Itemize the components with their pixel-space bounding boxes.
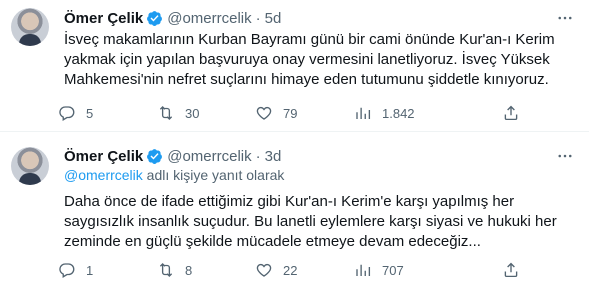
- author-name[interactable]: Ömer Çelik: [64, 148, 143, 165]
- tweet-text: Daha önce de ifade ettiğimiz gibi Kur'an…: [64, 193, 557, 250]
- author-handle[interactable]: @omerrcelik: [167, 10, 251, 27]
- replying-to: @omerrcelik adlı kişiye yanıt olarak: [64, 167, 284, 183]
- share-icon: [504, 262, 518, 278]
- avatar[interactable]: [11, 8, 49, 46]
- author-handle[interactable]: @omerrcelik: [167, 148, 251, 165]
- heart-icon: [256, 263, 272, 277]
- tweet-actions: 1 8 22 707: [58, 260, 518, 280]
- reply-button[interactable]: 1: [58, 260, 93, 280]
- tweet-divider: [0, 131, 589, 132]
- tweet-actions: 5 30 79 1.842: [58, 103, 518, 123]
- verified-badge-icon: [146, 148, 163, 165]
- retweet-count: 30: [185, 105, 200, 121]
- tweet-header: Ömer Çelik @omerrcelik · 5d: [64, 8, 281, 28]
- views-chart-icon: [356, 264, 371, 276]
- views-count: 707: [382, 262, 404, 278]
- retweet-icon: [159, 263, 173, 277]
- heart-icon: [256, 106, 272, 120]
- more-horizontal-icon[interactable]: [555, 146, 575, 166]
- verified-badge-icon: [146, 10, 163, 27]
- reply-icon: [59, 263, 75, 278]
- reply-count: 5: [86, 105, 94, 121]
- like-count: 22: [283, 262, 298, 278]
- tweet-timestamp[interactable]: 3d: [265, 148, 282, 165]
- tweet-header: Ömer Çelik @omerrcelik · 3d: [64, 146, 281, 166]
- reply-count: 1: [86, 262, 94, 278]
- share-button[interactable]: [502, 103, 520, 123]
- like-button[interactable]: 79: [255, 103, 297, 123]
- share-icon: [504, 105, 518, 121]
- views-count: 1.842: [382, 105, 415, 121]
- tweet-1[interactable]: Ömer Çelik @omerrcelik · 5d İsveç makaml…: [0, 0, 589, 131]
- replying-to-link[interactable]: @omerrcelik: [64, 167, 143, 183]
- views-button[interactable]: 707: [354, 260, 404, 280]
- views-button[interactable]: 1.842: [354, 103, 415, 123]
- like-button[interactable]: 22: [255, 260, 297, 280]
- retweet-button[interactable]: 8: [157, 260, 192, 280]
- more-horizontal-icon[interactable]: [555, 8, 575, 28]
- author-name[interactable]: Ömer Çelik: [64, 10, 143, 27]
- retweet-count: 8: [185, 262, 193, 278]
- retweet-icon: [159, 106, 173, 120]
- reply-icon: [59, 106, 75, 121]
- separator-dot: ·: [255, 9, 261, 27]
- share-button[interactable]: [502, 260, 520, 280]
- retweet-button[interactable]: 30: [157, 103, 199, 123]
- avatar[interactable]: [11, 147, 49, 185]
- separator-dot: ·: [255, 147, 261, 165]
- reply-button[interactable]: 5: [58, 103, 93, 123]
- tweet-timestamp[interactable]: 5d: [265, 10, 282, 27]
- tweet-2[interactable]: Ömer Çelik @omerrcelik · 3d @omerrcelik …: [0, 139, 589, 286]
- tweet-text: İsveç makamlarının Kurban Bayramı günü b…: [64, 31, 555, 88]
- like-count: 79: [283, 105, 298, 121]
- replying-to-label: adlı kişiye yanıt olarak: [142, 167, 285, 183]
- views-chart-icon: [356, 107, 371, 119]
